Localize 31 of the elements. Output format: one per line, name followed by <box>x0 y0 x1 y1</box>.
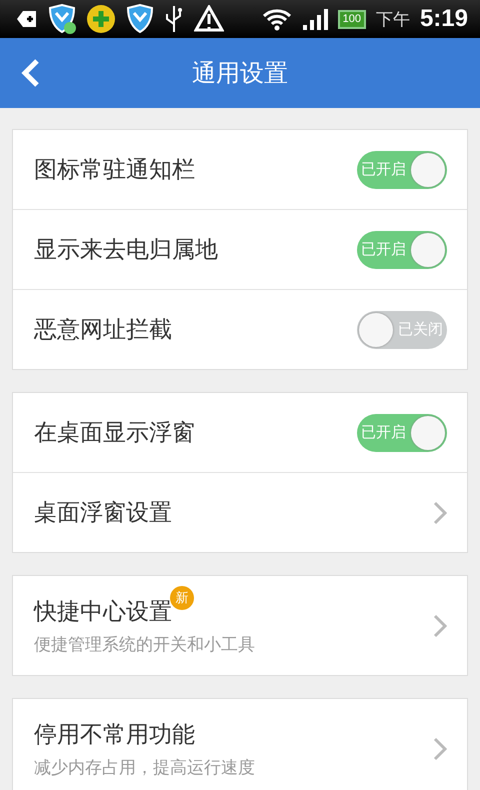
battery-level: 100 <box>338 10 366 28</box>
chevron-icon <box>433 736 447 760</box>
chevron-icon <box>433 614 447 638</box>
wifi-icon <box>262 7 292 31</box>
settings-row[interactable]: 显示来去电归属地 已开启 <box>13 209 467 289</box>
setting-label: 桌面浮窗设置 <box>34 499 172 528</box>
new-badge: 新 <box>170 586 194 610</box>
clock-period: 下午 <box>376 8 410 30</box>
setting-label: 图标常驻通知栏 <box>34 156 195 185</box>
chevron-icon <box>433 500 447 524</box>
clock-time: 5:19 <box>420 5 468 33</box>
usb-icon <box>164 4 184 34</box>
setting-label: 快捷中心设置 <box>34 598 172 626</box>
warning-icon <box>194 5 224 33</box>
shield-icon <box>48 4 76 34</box>
settings-row[interactable]: 图标常驻通知栏 已开启 <box>13 130 467 209</box>
settings-row[interactable]: 桌面浮窗设置 <box>13 472 467 552</box>
setting-label: 显示来去电归属地 <box>34 236 218 265</box>
shield-icon <box>126 4 154 34</box>
settings-row[interactable]: 停用不常用功能 减少内存占用，提高运行速度 <box>13 699 467 790</box>
setting-label: 恶意网址拦截 <box>34 316 172 345</box>
notification-icon <box>16 8 38 30</box>
setting-label: 在桌面显示浮窗 <box>34 419 195 448</box>
setting-description: 便捷管理系统的开关和小工具 <box>34 634 256 656</box>
signal-icon <box>302 7 328 31</box>
page-title: 通用设置 <box>192 58 288 89</box>
settings-row[interactable]: 在桌面显示浮窗 已开启 <box>13 393 467 472</box>
setting-description: 减少内存占用，提高运行速度 <box>34 756 256 778</box>
setting-label: 停用不常用功能 <box>34 720 195 750</box>
plus-icon <box>86 4 116 34</box>
back-icon <box>20 58 40 88</box>
